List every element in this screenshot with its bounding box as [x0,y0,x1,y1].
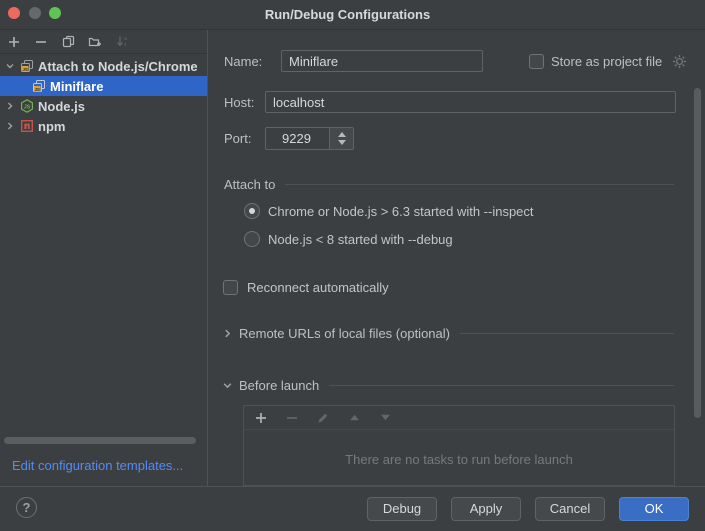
sidebar-toolbar: az [0,30,207,54]
attach-nodejs-chrome-icon: JS [20,59,34,73]
sort-configurations-icon: az [114,34,130,50]
remote-urls-title: Remote URLs of local files (optional) [239,326,450,341]
tree-item-label: Attach to Node.js/Chrome [38,59,198,74]
tree-item-label: Node.js [38,99,85,114]
edit-configuration-templates-link[interactable]: Edit configuration templates... [12,458,183,473]
section-rule [285,184,674,185]
chevron-right-icon[interactable] [4,121,16,131]
host-label: Host: [224,95,254,110]
port-input[interactable]: 9229 [265,127,354,150]
configuration-form: Name: Miniflare Store as project file Ho… [208,30,705,486]
footer-buttons: Debug Apply Cancel OK [367,497,689,521]
before-launch-task-list: There are no tasks to run before launch [243,405,675,486]
configurations-tree: JS Attach to Node.js/Chrome JS Miniflare… [0,56,207,136]
tree-item-label: Miniflare [50,79,103,94]
edit-task-icon [315,410,331,426]
before-launch-toolbar [244,406,674,430]
attach-to-section-header: Attach to [224,177,674,192]
attach-to-title: Attach to [224,177,275,192]
nodejs-icon: JS [20,99,34,113]
dialog-title: Run/Debug Configurations [265,7,430,22]
zoom-window-button[interactable] [49,7,61,19]
tree-item-nodejs[interactable]: JS Node.js [0,96,207,116]
debug-button[interactable]: Debug [367,497,437,521]
tree-item-miniflare[interactable]: JS Miniflare [0,76,207,96]
svg-text:JS: JS [34,87,40,92]
store-as-project-file-row: Store as project file [529,50,687,72]
reconnect-automatically-checkbox[interactable] [223,280,238,295]
tree-item-label: npm [38,119,65,134]
radio-option-inspect[interactable]: Chrome or Node.js > 6.3 started with --i… [244,203,534,219]
radio-selected-icon[interactable] [244,203,260,219]
name-input[interactable]: Miniflare [281,50,483,72]
tree-item-attach-to-nodejs-chrome[interactable]: JS Attach to Node.js/Chrome [0,56,207,76]
stepper-down-icon[interactable] [338,140,346,145]
move-down-icon [377,410,393,426]
port-value[interactable]: 9229 [266,128,329,149]
remove-task-icon [284,410,300,426]
move-up-icon [346,410,362,426]
svg-text:z: z [124,42,127,48]
chevron-right-icon[interactable] [4,101,16,111]
stepper-up-icon[interactable] [338,132,346,137]
svg-text:JS: JS [22,67,28,72]
chevron-down-icon[interactable] [222,380,233,391]
cancel-button[interactable]: Cancel [535,497,605,521]
new-folder-icon[interactable] [87,34,103,50]
dialog-footer: ? Debug Apply Cancel OK [0,486,705,531]
chevron-down-icon[interactable] [4,61,16,71]
form-vertical-scrollbar[interactable] [694,88,701,418]
configurations-sidebar: az JS Attach to Node.js/Chrome JS Minifl… [0,30,208,486]
run-debug-configurations-dialog: Run/Debug Configurations az [0,0,705,531]
minimize-window-button [29,7,41,19]
svg-text:JS: JS [24,104,31,110]
reconnect-automatically-row[interactable]: Reconnect automatically [223,280,389,295]
chevron-right-icon[interactable] [222,328,233,339]
name-label: Name: [224,54,262,69]
copy-configuration-icon[interactable] [60,34,76,50]
tree-item-npm[interactable]: npm [0,116,207,136]
npm-icon [20,119,34,133]
attach-nodejs-chrome-icon: JS [32,79,46,93]
remote-urls-section-header[interactable]: Remote URLs of local files (optional) [222,326,674,341]
sidebar-horizontal-scrollbar[interactable] [4,437,196,444]
radio-unselected-icon[interactable] [244,231,260,247]
close-window-button[interactable] [8,7,20,19]
ok-button[interactable]: OK [619,497,689,521]
no-tasks-message: There are no tasks to run before launch [244,452,674,467]
port-label: Port: [224,131,251,146]
radio-option-label: Node.js < 8 started with --debug [268,232,453,247]
section-rule [460,333,674,334]
gear-icon[interactable] [672,54,687,69]
section-rule [329,385,674,386]
reconnect-automatically-label: Reconnect automatically [247,280,389,295]
apply-button[interactable]: Apply [451,497,521,521]
before-launch-title: Before launch [239,378,319,393]
radio-option-debug[interactable]: Node.js < 8 started with --debug [244,231,453,247]
store-as-project-file-label: Store as project file [551,54,662,69]
titlebar: Run/Debug Configurations [0,0,705,30]
before-launch-section-header[interactable]: Before launch [222,378,674,393]
host-input[interactable]: localhost [265,91,676,113]
add-configuration-icon[interactable] [6,34,22,50]
radio-option-label: Chrome or Node.js > 6.3 started with --i… [268,204,534,219]
remove-configuration-icon[interactable] [33,34,49,50]
port-stepper[interactable] [329,128,353,149]
store-as-project-file-checkbox[interactable] [529,54,544,69]
add-task-icon[interactable] [253,410,269,426]
help-button[interactable]: ? [16,497,37,518]
